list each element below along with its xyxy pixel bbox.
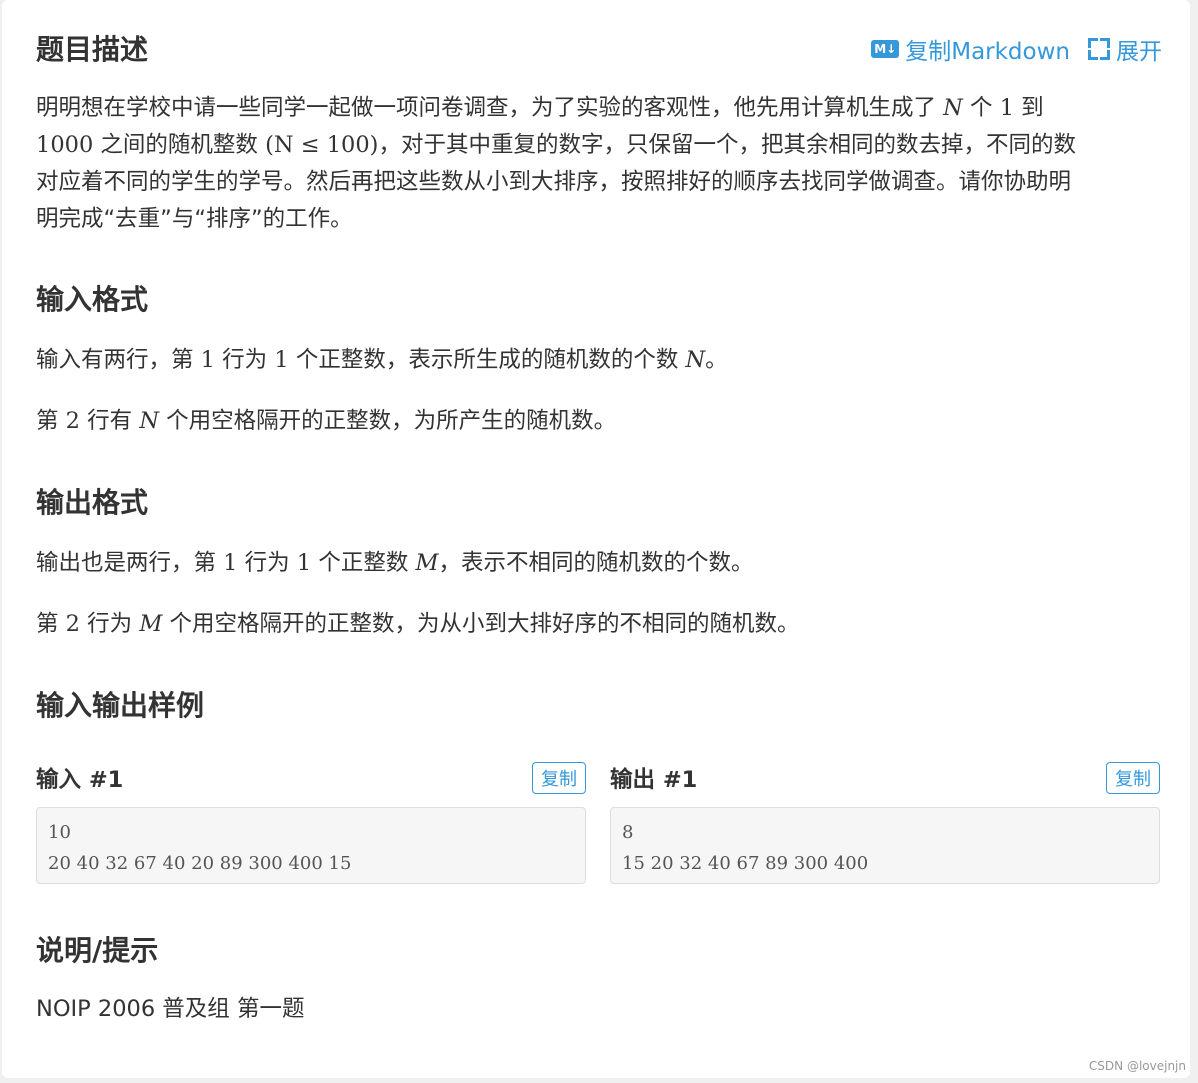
copy-output-button[interactable]: 复制 [1106,762,1160,794]
section-title-samples: 输入输出样例 [36,689,205,722]
sample-input-code[interactable]: 10 20 40 32 67 40 20 89 300 400 15 [36,807,586,884]
problem-card: M↓ 复制Markdown 展开 题目描述 明明想在学校中请一些同学一起做一项问… [2,0,1190,1078]
watermark: CSDN @lovejnjn [1088,1059,1186,1073]
description-text: 明明想在学校中请一些同学一起做一项问卷调查，为了实验的客观性，他先用计算机生成了… [36,95,1076,232]
section-title-input-format: 输入格式 [36,283,149,316]
sample-output-title: 输出 #1 [610,767,698,793]
sample-input-title: 输入 #1 [36,767,124,793]
copy-markdown-button[interactable]: M↓ 复制Markdown [871,32,1070,66]
sample-input-block: 输入 #1 复制 10 20 40 32 67 40 20 89 300 400… [36,758,586,884]
sample-output-block: 输出 #1 复制 8 15 20 32 40 67 89 300 400 [610,758,1160,884]
expand-button[interactable]: 展开 [1088,32,1162,66]
output-format-text: 输出也是两行，第 1 行为 1 个正整数 M，表示不相同的随机数的个数。 第 2… [36,550,800,637]
markdown-icon: M↓ [871,40,900,58]
section-title-hint: 说明/提示 [36,934,159,967]
header-actions: M↓ 复制Markdown 展开 [871,32,1162,66]
section-title-output-format: 输出格式 [36,486,149,519]
sample-output-code[interactable]: 8 15 20 32 40 67 89 300 400 [610,807,1160,884]
input-format-text: 输入有两行，第 1 行为 1 个正整数，表示所生成的随机数的个数 N。 第 2 … [36,347,728,434]
copy-markdown-label: 复制Markdown [905,39,1070,65]
expand-icon [1088,38,1110,60]
expand-label: 展开 [1116,39,1162,65]
copy-input-button[interactable]: 复制 [532,762,586,794]
section-title-description: 题目描述 [36,33,149,66]
hint-text: NOIP 2006 普及组 第一题 [36,996,305,1022]
